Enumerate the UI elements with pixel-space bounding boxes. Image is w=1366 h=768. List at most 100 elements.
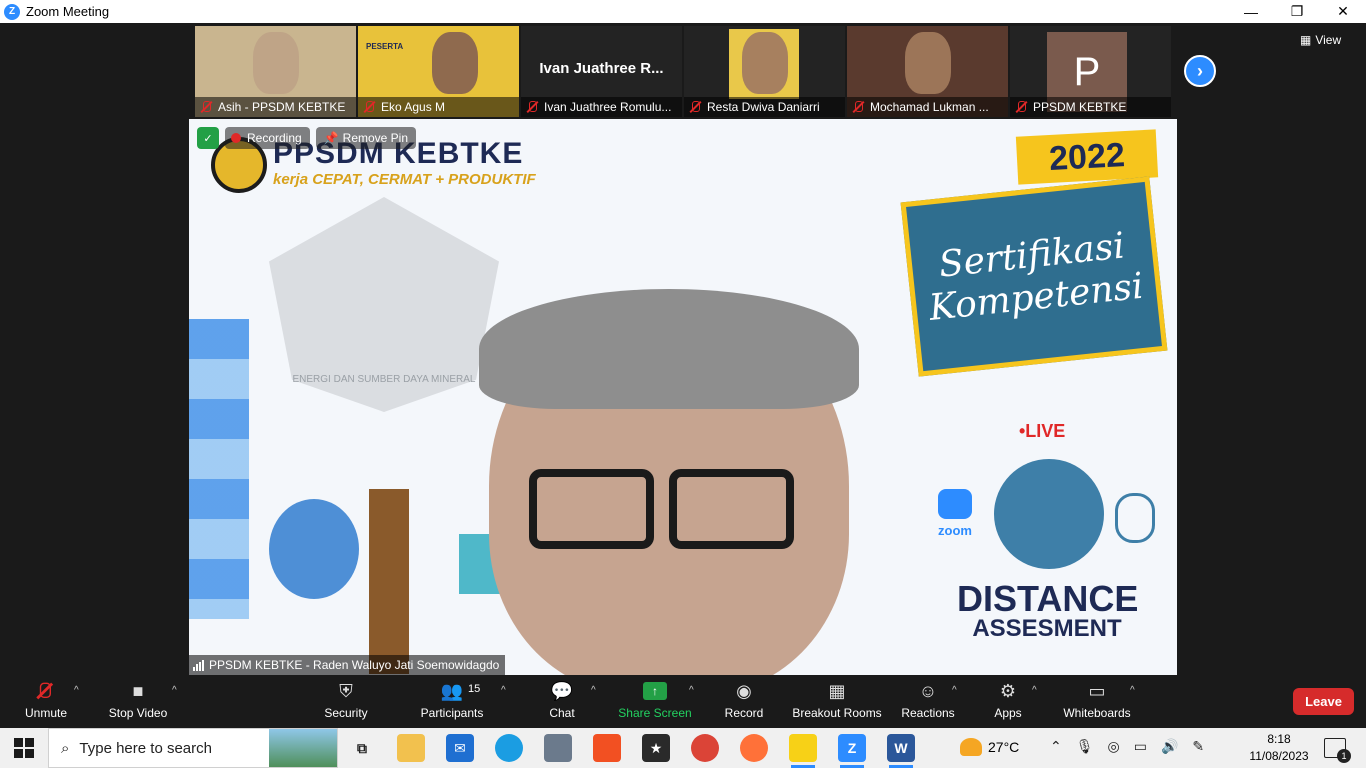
temperature: 27°C	[988, 739, 1020, 755]
participant-tile-4[interactable]: Resta Dwiva Daniarri	[684, 26, 845, 117]
share-screen-label: Share Screen	[618, 706, 692, 720]
zoom-camera-icon	[938, 489, 972, 519]
start-button[interactable]	[14, 738, 34, 758]
mail-icon[interactable]: ✉	[446, 734, 474, 762]
whiteboards-button[interactable]: ▭ Whiteboards	[1060, 679, 1134, 725]
gallery-strip: Asih - PPSDM KEBTKE PESERTA Eko Agus M I…	[195, 26, 1171, 117]
whiteboard-icon: ▭	[1088, 680, 1106, 701]
participants-chevron-icon[interactable]: ^	[501, 685, 506, 696]
webcam-icon[interactable]: ◎	[1108, 738, 1120, 755]
task-view-icon[interactable]: ⧉	[348, 734, 376, 762]
printer-icon[interactable]	[544, 734, 572, 762]
store-icon[interactable]	[593, 734, 621, 762]
weather-widget[interactable]: 27°C	[960, 738, 1019, 756]
pen-icon[interactable]: ✎	[1192, 738, 1204, 755]
chat-label: Chat	[549, 706, 575, 720]
breakout-rooms-label: Breakout Rooms	[792, 706, 882, 720]
sticky-notes-icon[interactable]	[789, 734, 817, 768]
unmute-button[interactable]: Unmute	[20, 679, 72, 725]
search-placeholder: Type here to search	[79, 739, 212, 757]
record-dot-icon	[231, 133, 241, 143]
security-button[interactable]: ⛨ Security	[320, 679, 372, 725]
system-tray: ⌃ 🎙 ◎ ▭ 🔊 ✎	[1050, 738, 1204, 755]
participant-tile-6[interactable]: P PPSDM KEBTKE	[1010, 26, 1171, 117]
record-button[interactable]: ◉ Record	[722, 679, 766, 725]
edge-icon[interactable]	[495, 734, 523, 762]
view-button[interactable]: ▦ View	[1300, 33, 1341, 47]
video-options-chevron-icon[interactable]: ^	[172, 685, 177, 696]
audio-options-chevron-icon[interactable]: ^	[74, 685, 79, 696]
participant-tile-5[interactable]: Mochamad Lukman ...	[847, 26, 1008, 117]
participant-name: Eko Agus M	[381, 100, 446, 114]
close-button[interactable]: ✕	[1320, 0, 1366, 23]
volume-icon[interactable]: 🔊	[1161, 738, 1178, 755]
participant-name: Asih - PPSDM KEBTKE	[218, 100, 346, 114]
share-chevron-icon[interactable]: ^	[689, 685, 694, 696]
lineman-illustration	[229, 479, 507, 674]
share-arrow-icon: ↑	[643, 679, 667, 703]
mic-muted-icon	[851, 100, 865, 114]
taskbar-search[interactable]: ⌕ Type here to search	[48, 728, 338, 768]
participant-name-bar: Ivan Juathree Romulu...	[521, 97, 682, 117]
grid-view-icon: ▦	[1300, 33, 1312, 47]
participant-tile-3[interactable]: Ivan Juathree R... Ivan Juathree Romulu.…	[521, 26, 682, 117]
share-screen-button[interactable]: ↑ Share Screen	[618, 679, 692, 725]
recording-indicator[interactable]: Recording	[225, 127, 310, 149]
background-overlay-title: PESERTA	[366, 42, 404, 51]
leave-button[interactable]: Leave	[1293, 688, 1354, 715]
notification-center-icon[interactable]: 1	[1324, 738, 1351, 763]
minimize-button[interactable]: —	[1228, 0, 1274, 23]
pole-shape	[369, 489, 409, 674]
apps-button[interactable]: ⚙ Apps	[990, 679, 1026, 725]
notification-count: 1	[1337, 749, 1351, 763]
slide-live-label: •LIVE	[1019, 421, 1066, 441]
zoom-taskbar-icon[interactable]: Z	[838, 734, 866, 768]
file-explorer-icon[interactable]	[397, 734, 425, 762]
shield-icon: ⛨	[339, 680, 353, 701]
breakout-grid-icon: ▦	[828, 680, 846, 701]
recording-label: Recording	[247, 131, 302, 145]
reactions-label: Reactions	[901, 706, 955, 720]
taskbar-clock[interactable]: 8:18 11/08/2023	[1244, 731, 1314, 765]
participant-video	[431, 32, 478, 94]
slide-cert-bubble: Sertifikasi Kompetensi	[900, 176, 1168, 377]
chat-chevron-icon[interactable]: ^	[591, 685, 596, 696]
glasses-left	[529, 469, 654, 549]
apps-chevron-icon[interactable]: ^	[1032, 685, 1037, 696]
weather-sun-icon	[960, 738, 982, 756]
chat-button[interactable]: 💬 Chat	[542, 679, 582, 725]
stop-video-label: Stop Video	[108, 706, 168, 720]
reactions-chevron-icon[interactable]: ^	[952, 685, 957, 696]
stop-video-button[interactable]: ■ Stop Video	[104, 679, 172, 725]
breakout-rooms-button[interactable]: ▦ Breakout Rooms	[792, 679, 882, 725]
encryption-shield-icon[interactable]: ✓	[197, 127, 219, 149]
microphone-icon[interactable]: 🎙	[1076, 738, 1094, 755]
battery-icon[interactable]: ▭	[1134, 738, 1147, 755]
view-label: View	[1315, 33, 1342, 47]
apps-icon: ⚙	[999, 680, 1017, 701]
speaker-hair	[479, 289, 859, 409]
assesment-text: ASSESMENT	[972, 615, 1122, 642]
media-app-icon[interactable]: ★	[642, 734, 670, 762]
reactions-button[interactable]: ☺ Reactions	[900, 679, 956, 725]
participant-name-bar: Mochamad Lukman ...	[847, 97, 1008, 117]
chat-bubble-icon: 💬	[550, 680, 574, 701]
signal-bars-icon	[193, 659, 204, 671]
participant-tile-2[interactable]: PESERTA Eko Agus M	[358, 26, 519, 117]
speaker-name: PPSDM KEBTKE - Raden Waluyo Jati Soemowi…	[209, 658, 500, 672]
remove-pin-button[interactable]: 📌 Remove Pin	[315, 127, 417, 149]
glasses-right	[669, 469, 794, 549]
firefox-icon[interactable]	[740, 734, 768, 762]
next-page-button[interactable]: ›	[1184, 55, 1216, 87]
participant-video	[904, 32, 951, 94]
mic-muted-icon	[37, 679, 56, 703]
participant-tile-1[interactable]: Asih - PPSDM KEBTKE	[195, 26, 356, 117]
chevron-up-icon[interactable]: ⌃	[1050, 738, 1062, 755]
chrome-icon[interactable]	[691, 734, 719, 762]
pin-icon: 📌	[323, 131, 339, 145]
restore-button[interactable]: ❐	[1274, 0, 1320, 23]
whiteboards-chevron-icon[interactable]: ^	[1130, 685, 1135, 696]
participant-name: PPSDM KEBTKE	[1033, 100, 1127, 114]
search-highlight-image	[269, 729, 337, 767]
word-icon[interactable]: W	[887, 734, 915, 768]
